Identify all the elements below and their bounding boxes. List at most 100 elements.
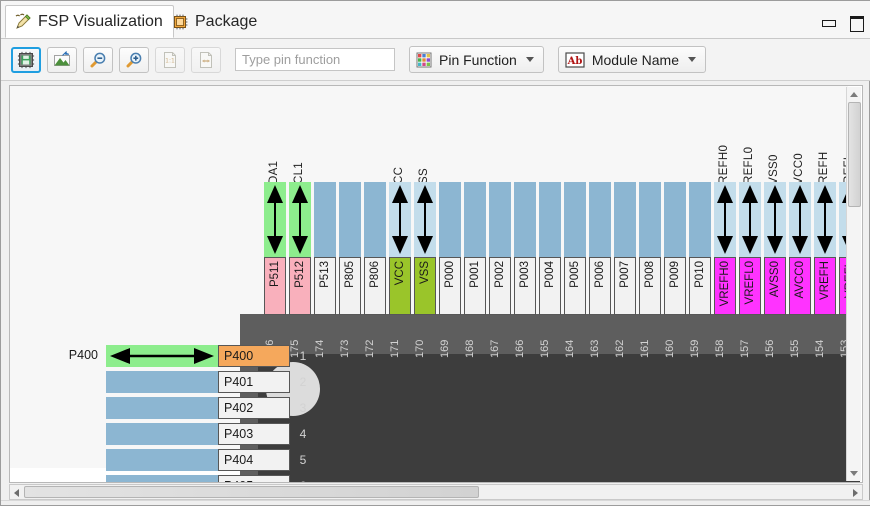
- tab-fsp-visualization[interactable]: FSP Visualization: [5, 5, 174, 38]
- pin-box[interactable]: P002: [489, 257, 511, 315]
- pin-name: P402: [219, 401, 253, 415]
- pin-box[interactable]: P806: [364, 257, 386, 315]
- pin-signal-band[interactable]: [664, 182, 686, 257]
- pin-signal-band[interactable]: [314, 182, 336, 257]
- pin-box[interactable]: P512: [289, 257, 311, 315]
- pin-box[interactable]: VCC: [389, 257, 411, 315]
- zoom-out-button[interactable]: [83, 47, 113, 73]
- pin-number: 174: [314, 316, 336, 358]
- pin-signal-band[interactable]: [589, 182, 611, 257]
- scroll-down-arrow[interactable]: [850, 471, 858, 476]
- vertical-scrollbar[interactable]: [846, 87, 861, 481]
- pin-signal-band[interactable]: [814, 182, 836, 257]
- pin-number: 168: [464, 316, 486, 358]
- zoom-in-button[interactable]: [119, 47, 149, 73]
- pin-signal-band[interactable]: [464, 182, 486, 257]
- pin-function-dropdown[interactable]: Pin Function: [409, 46, 544, 73]
- tab-package[interactable]: Package: [163, 5, 267, 38]
- package-canvas-container[interactable]: SDA1P511176SCL1P512175P513174P805173P806…: [9, 85, 863, 483]
- pin-box[interactable]: P405: [218, 475, 290, 483]
- pin-name: P805: [340, 258, 360, 288]
- pin-box[interactable]: VREFL0: [739, 257, 761, 315]
- pin-box[interactable]: P004: [539, 257, 561, 315]
- pin-function-search-input[interactable]: [235, 48, 395, 71]
- pin-box[interactable]: P402: [218, 397, 290, 419]
- package-diagram: SDA1P511176SCL1P512175P513174P805173P806…: [10, 86, 848, 468]
- pin-signal-band[interactable]: [739, 182, 761, 257]
- pin-box[interactable]: VSS: [414, 257, 436, 315]
- horizontal-scrollbar[interactable]: [9, 484, 863, 500]
- ab-icon: Ab: [565, 52, 585, 68]
- pin-signal-band[interactable]: [414, 182, 436, 257]
- pin-box[interactable]: AVCC0: [789, 257, 811, 315]
- pin-box[interactable]: P511: [264, 257, 286, 315]
- horizontal-scroll-thumb[interactable]: [24, 486, 479, 498]
- pin-box[interactable]: P010: [689, 257, 711, 315]
- pin-box[interactable]: VREFH: [814, 257, 836, 315]
- pin-signal-band[interactable]: [339, 182, 361, 257]
- pin-box[interactable]: P009: [664, 257, 686, 315]
- pin-box[interactable]: P005: [564, 257, 586, 315]
- pin-signal-band[interactable]: [764, 182, 786, 257]
- pin-signal-band[interactable]: [106, 475, 218, 483]
- pin-name: P006: [590, 258, 610, 288]
- pin-box[interactable]: P513: [314, 257, 336, 315]
- scroll-up-arrow[interactable]: [850, 92, 858, 97]
- pin-box[interactable]: P001: [464, 257, 486, 315]
- pin-signal-band[interactable]: [106, 423, 218, 445]
- pin-number: 1: [292, 345, 314, 367]
- minimize-button[interactable]: [821, 15, 835, 29]
- pin-name: P008: [640, 258, 660, 288]
- pin-box[interactable]: P400: [218, 345, 290, 367]
- pin-signal-band[interactable]: [289, 182, 311, 257]
- scroll-right-arrow[interactable]: [853, 489, 858, 497]
- pin-name: P513: [315, 258, 335, 288]
- pin-box[interactable]: VREFH0: [714, 257, 736, 315]
- pin-signal-band[interactable]: [364, 182, 386, 257]
- save-package-image-button[interactable]: [11, 47, 41, 73]
- pin-number: 170: [414, 316, 436, 358]
- pin-box[interactable]: AVSS0: [764, 257, 786, 315]
- pin-signal-band[interactable]: [489, 182, 511, 257]
- actual-size-button[interactable]: 1:1: [155, 47, 185, 73]
- pin-signal-band[interactable]: [106, 371, 218, 393]
- pin-number: 172: [364, 316, 386, 358]
- pin-signal-band[interactable]: [264, 182, 286, 257]
- pin-box[interactable]: P000: [439, 257, 461, 315]
- pin-signal-band[interactable]: [614, 182, 636, 257]
- export-image-button[interactable]: [47, 47, 77, 73]
- pin-box[interactable]: P403: [218, 423, 290, 445]
- pin-signal-band[interactable]: [106, 397, 218, 419]
- chevron-down-icon: [688, 57, 696, 62]
- pin-box[interactable]: P805: [339, 257, 361, 315]
- pin-signal-band[interactable]: [106, 345, 218, 367]
- pin-signal-band[interactable]: [539, 182, 561, 257]
- pin-box[interactable]: P404: [218, 449, 290, 471]
- pin-box[interactable]: P401: [218, 371, 290, 393]
- pin-box[interactable]: P006: [589, 257, 611, 315]
- pin-signal-band[interactable]: [564, 182, 586, 257]
- pin-box[interactable]: P007: [614, 257, 636, 315]
- pin-signal-band[interactable]: [689, 182, 711, 257]
- vertical-scroll-thumb[interactable]: [848, 102, 861, 207]
- pin-box[interactable]: P008: [639, 257, 661, 315]
- scroll-left-arrow[interactable]: [14, 489, 19, 497]
- pin-signal-band[interactable]: [639, 182, 661, 257]
- pin-signal-band[interactable]: [714, 182, 736, 257]
- tab-strip: FSP Visualization Package: [1, 1, 870, 39]
- pin-number: 154: [814, 316, 836, 358]
- pin-signal-band[interactable]: [439, 182, 461, 257]
- pin-signal-band[interactable]: [389, 182, 411, 257]
- pin-signal-band[interactable]: [514, 182, 536, 257]
- pin-signal-band[interactable]: [789, 182, 811, 257]
- pin-number: 158: [714, 316, 736, 358]
- toolbar: 1:1 Ab: [1, 39, 870, 81]
- module-name-dropdown[interactable]: Ab Module Name: [558, 46, 706, 73]
- fit-width-button[interactable]: [191, 47, 221, 73]
- pin-signal-band[interactable]: [106, 449, 218, 471]
- pencil-icon: [14, 13, 32, 31]
- maximize-button[interactable]: [849, 15, 863, 29]
- pin-function-label: Pin Function: [439, 52, 517, 68]
- pin-box[interactable]: P003: [514, 257, 536, 315]
- pin-number: 3: [292, 397, 314, 419]
